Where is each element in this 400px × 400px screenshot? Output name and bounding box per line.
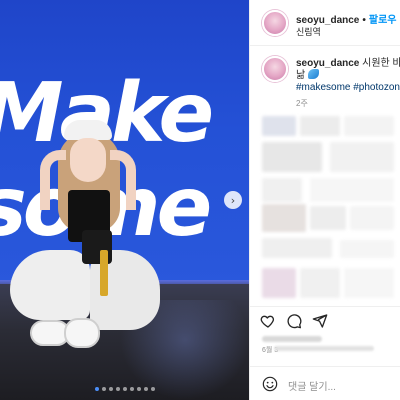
carousel-dot bbox=[108, 387, 113, 391]
dancer-figure bbox=[0, 0, 249, 400]
blur-block bbox=[344, 116, 394, 136]
blur-block bbox=[344, 268, 394, 298]
carousel-dot bbox=[150, 387, 155, 391]
blur-block bbox=[262, 116, 296, 136]
bag-strap bbox=[100, 250, 108, 296]
caption-text-cont: 낢 bbox=[296, 70, 306, 81]
carousel-dot bbox=[122, 387, 127, 391]
blur-block bbox=[262, 268, 296, 298]
smiley-icon[interactable] bbox=[262, 376, 278, 392]
blur-block bbox=[310, 206, 346, 230]
blur-block bbox=[300, 116, 340, 136]
blur-block bbox=[310, 178, 394, 202]
carousel-indicator bbox=[0, 387, 249, 391]
location-link[interactable]: 신림역 bbox=[296, 25, 321, 38]
comments-blurred bbox=[250, 116, 400, 304]
send-icon[interactable] bbox=[312, 313, 328, 329]
dot-separator: • bbox=[362, 15, 366, 26]
hashtags[interactable]: #makesome #photozone bbox=[296, 82, 400, 93]
carousel-dot bbox=[101, 387, 106, 391]
post-image[interactable]: Make some › bbox=[0, 0, 249, 400]
blur-block bbox=[330, 142, 394, 172]
right-sneaker bbox=[64, 318, 100, 348]
blur-block bbox=[262, 142, 322, 172]
comment-input[interactable]: 댓글 달기... bbox=[288, 378, 336, 393]
comment-bar: 댓글 달기... bbox=[250, 366, 400, 400]
carousel-next-button[interactable]: › bbox=[224, 191, 242, 209]
left-arm bbox=[40, 150, 66, 210]
post-header: seoyu_dance • 팔로우 신림역 bbox=[250, 0, 400, 46]
date-blurred bbox=[274, 346, 374, 351]
likes-and-date: 6월 3 bbox=[262, 336, 382, 354]
wave-emoji-icon bbox=[307, 69, 319, 79]
caption-avatar[interactable] bbox=[262, 56, 288, 82]
chevron-right-icon: › bbox=[230, 193, 236, 207]
blur-block bbox=[340, 240, 394, 258]
caption-text: 시원한 바다 bbox=[362, 58, 400, 69]
caption: seoyu_dance 시원한 바다 낢 #makesome #photozon… bbox=[250, 46, 400, 116]
caption-username[interactable]: seoyu_dance bbox=[296, 58, 359, 69]
carousel-dot bbox=[94, 387, 99, 391]
post-side-panel: seoyu_dance•팔로우 신림역 seoyu_dance 시원한 바다 낢… bbox=[249, 0, 400, 400]
avatar[interactable] bbox=[262, 10, 288, 36]
white-pants-left bbox=[10, 250, 90, 320]
carousel-dot bbox=[129, 387, 134, 391]
blur-block bbox=[262, 178, 302, 202]
heart-icon[interactable] bbox=[260, 313, 276, 329]
face bbox=[70, 138, 106, 182]
post-time: 2주 bbox=[296, 99, 308, 108]
follow-button[interactable]: 팔로우 bbox=[369, 15, 397, 26]
blur-block bbox=[300, 268, 340, 298]
blur-block bbox=[262, 238, 332, 258]
comment-icon[interactable] bbox=[286, 313, 302, 329]
action-bar bbox=[250, 306, 400, 332]
blur-block bbox=[350, 206, 394, 230]
carousel-dot bbox=[115, 387, 120, 391]
hat bbox=[64, 120, 112, 140]
carousel-dot bbox=[143, 387, 148, 391]
carousel-dot bbox=[136, 387, 141, 391]
right-arm bbox=[110, 150, 136, 210]
likes-blurred bbox=[262, 336, 322, 342]
blur-block bbox=[262, 204, 306, 232]
